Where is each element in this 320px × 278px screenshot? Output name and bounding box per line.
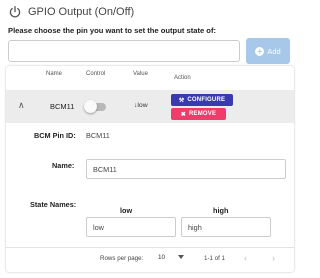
pin-id-label: BCM Pin ID: bbox=[34, 131, 76, 140]
trash-icon: ✖ bbox=[180, 111, 186, 118]
pin-prompt: Please choose the pin you want to set th… bbox=[8, 26, 217, 35]
power-icon bbox=[9, 5, 21, 18]
wrench-icon: ⚒ bbox=[178, 97, 185, 104]
pin-select[interactable] bbox=[8, 40, 240, 62]
column-header-control: Control bbox=[86, 71, 106, 77]
add-button[interactable]: + Add bbox=[246, 38, 290, 64]
pin-id-value: BCM11 bbox=[86, 131, 110, 140]
low-state-field[interactable]: low bbox=[86, 217, 176, 237]
rows-per-page-value: 10 bbox=[158, 254, 166, 261]
page-range: 1-1 of 1 bbox=[204, 255, 225, 262]
next-page-icon[interactable]: › bbox=[272, 253, 275, 263]
high-column-header: high bbox=[213, 206, 229, 215]
row-value-text: low bbox=[137, 102, 148, 109]
configure-button[interactable]: ⚒ CONFIGURE bbox=[171, 94, 233, 106]
page-title: GPIO Output (On/Off) bbox=[28, 6, 135, 18]
previous-page-icon[interactable]: ‹ bbox=[244, 253, 247, 263]
collapse-chevron-icon[interactable]: ∧ bbox=[18, 100, 25, 111]
caret-down-icon bbox=[178, 255, 184, 259]
name-field[interactable]: BCM11 bbox=[86, 159, 286, 179]
column-header-name: Name bbox=[46, 71, 63, 77]
rows-per-page-select[interactable]: 10 bbox=[158, 252, 184, 264]
plus-circle-icon: + bbox=[255, 46, 265, 56]
add-button-label: Add bbox=[267, 46, 281, 56]
table-row: ∧ BCM11 ↓low ⚒ CONFIGURE ✖ REMOVE bbox=[6, 90, 294, 123]
toggle-thumb bbox=[84, 100, 97, 113]
name-label: Name: bbox=[52, 161, 75, 170]
output-toggle[interactable] bbox=[84, 100, 106, 113]
row-pin-name: BCM11 bbox=[50, 102, 75, 111]
configure-label: CONFIGURE bbox=[187, 97, 226, 103]
table-pagination: Rows per page: 10 1-1 of 1 ‹ › bbox=[6, 247, 294, 267]
table-header: Name Control Value Action bbox=[6, 66, 294, 90]
column-header-action: Action bbox=[174, 75, 191, 81]
remove-button[interactable]: ✖ REMOVE bbox=[171, 108, 226, 120]
low-column-header: low bbox=[120, 206, 133, 215]
header: GPIO Output (On/Off) bbox=[8, 4, 134, 20]
pin-details: BCM Pin ID: BCM11 Name: BCM11 State Name… bbox=[6, 123, 294, 244]
column-header-value: Value bbox=[133, 71, 148, 77]
rows-per-page-label: Rows per page: bbox=[100, 255, 144, 262]
remove-label: REMOVE bbox=[189, 111, 217, 117]
high-state-field[interactable]: high bbox=[181, 217, 271, 237]
row-value: ↓low bbox=[134, 102, 148, 109]
outputs-table: Name Control Value Action ∧ BCM11 ↓low ⚒… bbox=[6, 66, 294, 272]
state-names-label: State Names: bbox=[30, 200, 77, 209]
